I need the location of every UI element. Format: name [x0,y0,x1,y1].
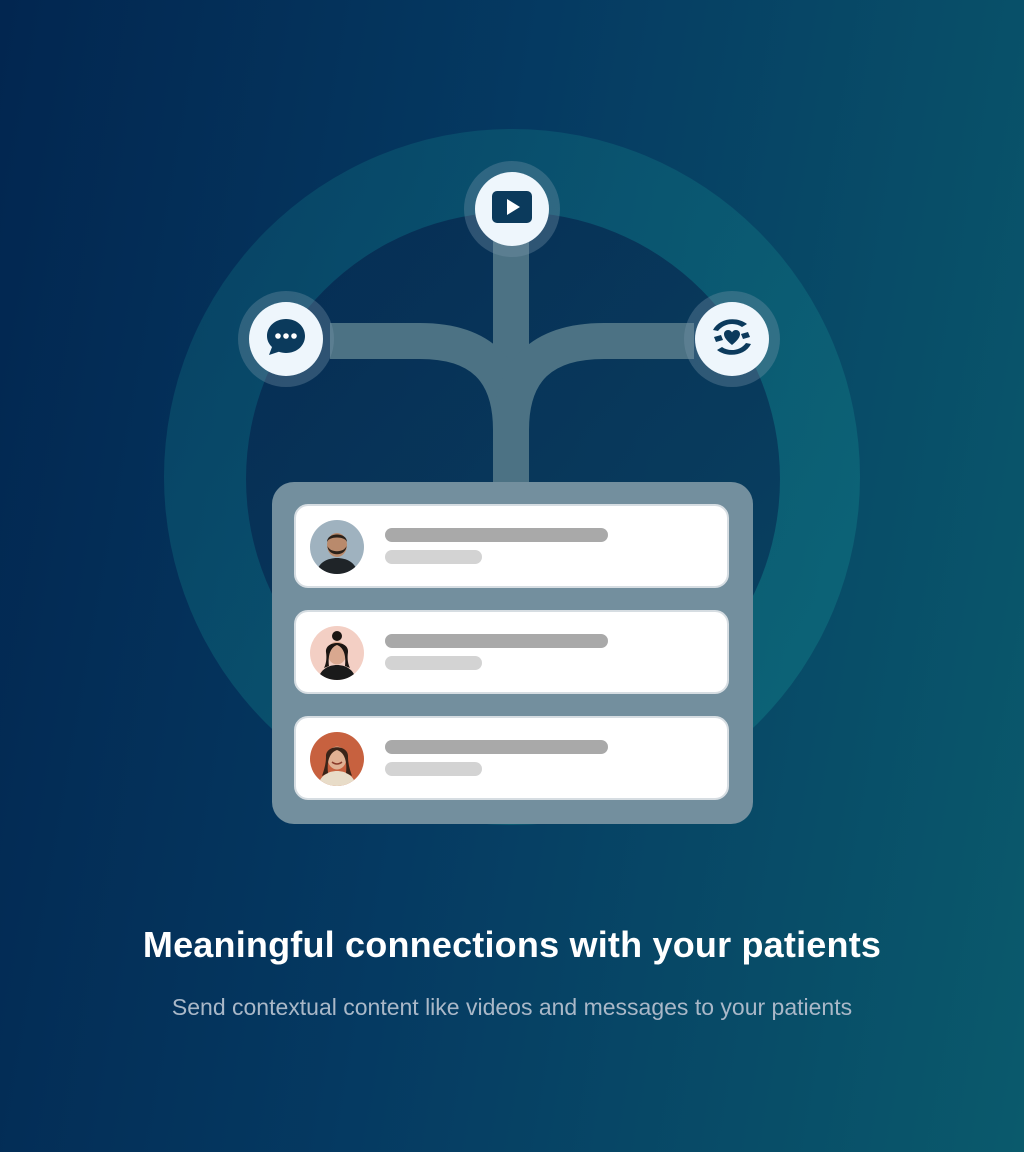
video-node-inner [475,172,549,246]
chat-message-icon [265,317,307,362]
card-title-placeholder [385,740,608,754]
patient-card[interactable] [294,610,729,694]
card-title-placeholder [385,528,608,542]
card-subtitle-placeholder [385,656,482,670]
chat-node[interactable] [238,291,334,387]
play-video-icon [492,190,532,228]
patients-panel [272,482,753,824]
chat-node-inner [249,302,323,376]
care-node[interactable] [684,291,780,387]
patient-card[interactable] [294,716,729,800]
card-title-placeholder [385,634,608,648]
card-subtitle-placeholder [385,762,482,776]
video-node[interactable] [464,161,560,257]
care-node-inner [695,302,769,376]
headline: Meaningful connections with your patient… [142,924,882,965]
card-subtitle-placeholder [385,550,482,564]
patient-avatar-woman-smiling [310,732,364,786]
connector-left [330,323,529,484]
patient-card[interactable] [294,504,729,588]
connector-right [493,323,694,484]
patient-avatar-man-beard [310,520,364,574]
illustration-stage: Meaningful connections with your patient… [0,0,1024,1152]
caring-hands-heart-icon [709,314,755,365]
patient-avatar-woman-hair-bun [310,626,364,680]
subline: Send contextual content like videos and … [171,994,853,1020]
